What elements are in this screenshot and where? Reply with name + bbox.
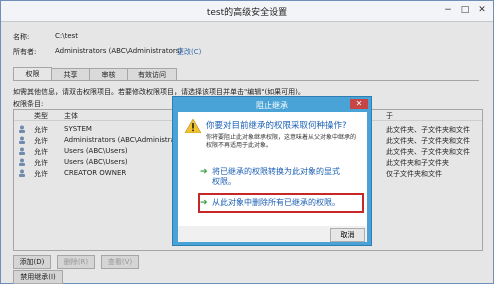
block-inheritance-dialog: 阻止继承 ✕ 你要对目前继承的权限采取何种操作? 你将要阻止此对象继承权限，这意… xyxy=(172,96,372,246)
close-button[interactable]: ✕ xyxy=(475,4,489,16)
dialog-footer: 取消 xyxy=(178,226,367,242)
title-bar: test的高级安全设置 − □ ✕ xyxy=(1,1,493,22)
arrow-right-icon: ➔ xyxy=(200,198,208,208)
dialog-title: 阻止继承 xyxy=(256,101,288,110)
minimize-button[interactable]: − xyxy=(441,4,455,16)
dialog-description: 你将要阻止此对象继承权限，这意味着从父对象中继承的权限不再适用于此对象。 xyxy=(206,134,357,149)
cancel-button[interactable]: 取消 xyxy=(330,228,365,242)
dialog-question: 你要对目前继承的权限采取何种操作? xyxy=(206,121,347,131)
dialog-close-button[interactable]: ✕ xyxy=(350,99,368,109)
warning-icon xyxy=(185,119,201,133)
maximize-button[interactable]: □ xyxy=(458,4,472,16)
arrow-right-icon: ➔ xyxy=(200,167,208,177)
window-title: test的高级安全设置 xyxy=(206,8,288,18)
dialog-body: 你要对目前继承的权限采取何种操作? 你将要阻止此对象继承权限，这意味着从父对象中… xyxy=(178,112,367,226)
remove-inherited-option[interactable]: 从此对象中删除所有已继承的权限。 xyxy=(212,198,340,208)
convert-inherited-option[interactable]: 将已继承的权限转换为此对象的显式权限。 xyxy=(212,167,342,187)
